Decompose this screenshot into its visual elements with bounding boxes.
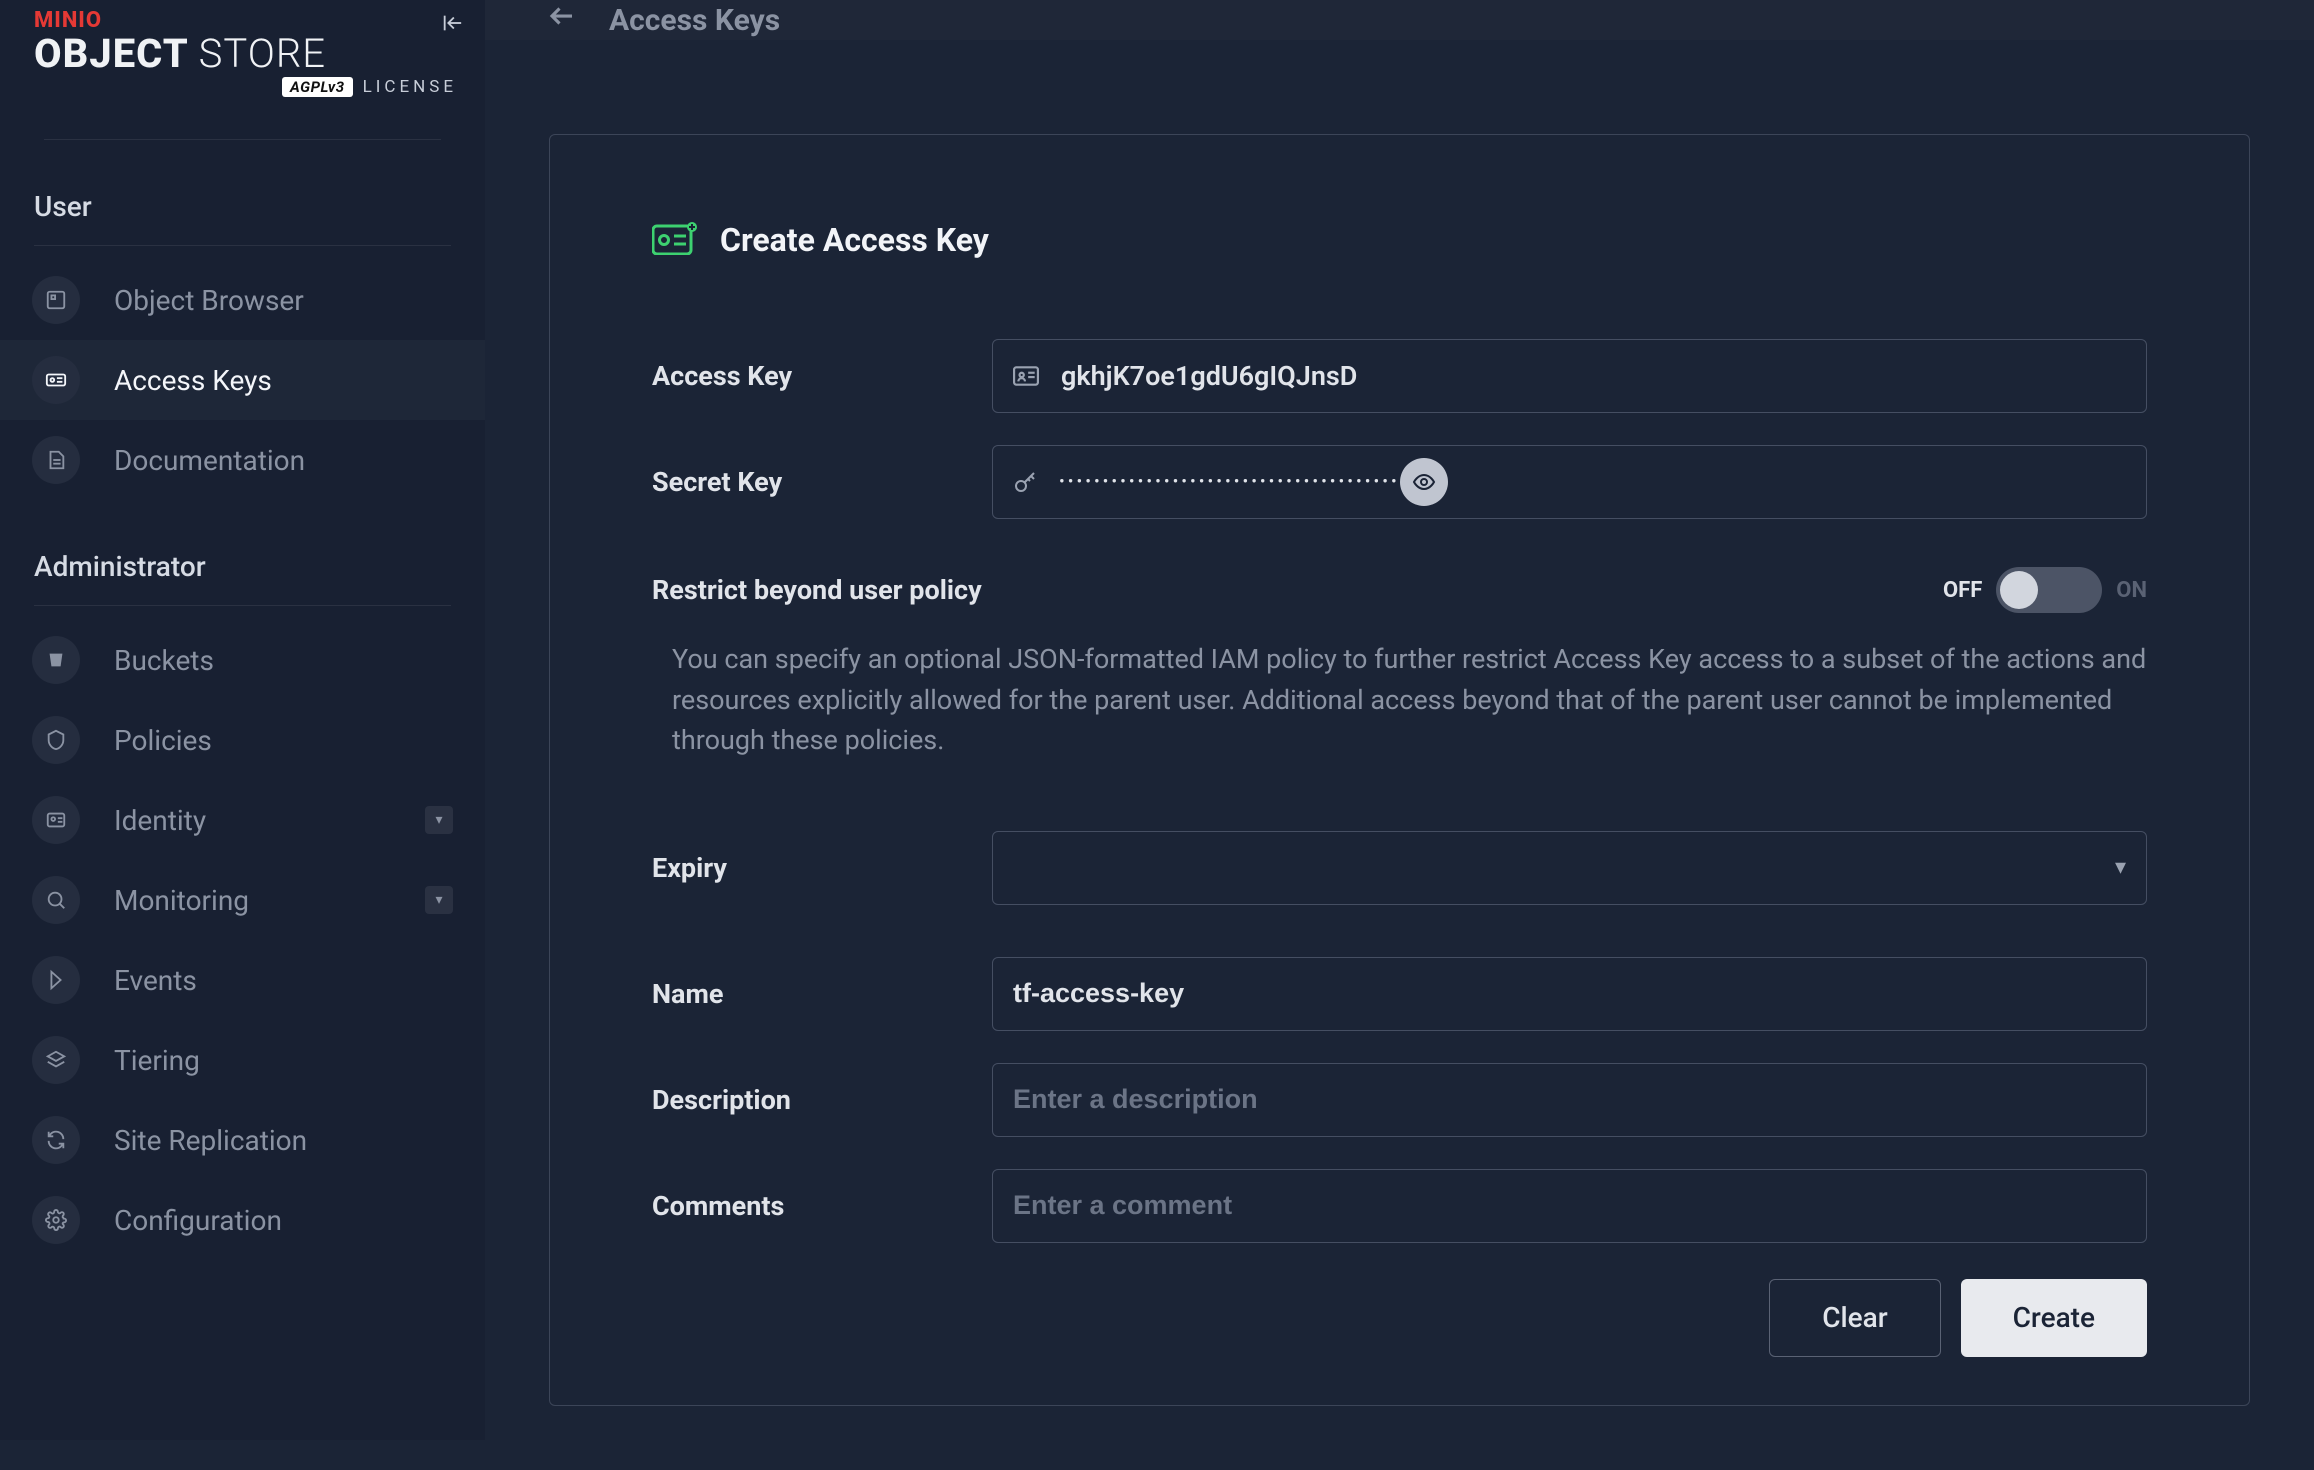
brand-license: AGPLv3 LICENSE	[34, 77, 457, 97]
access-keys-icon	[32, 356, 80, 404]
chevron-down-icon[interactable]: ▾	[425, 806, 453, 834]
identity-icon	[32, 796, 80, 844]
clear-button[interactable]: Clear	[1769, 1279, 1940, 1357]
sidebar-item-configuration[interactable]: Configuration	[0, 1180, 485, 1260]
restrict-section: Restrict beyond user policy OFF ON You c…	[652, 567, 2147, 761]
topbar: Access Keys	[485, 0, 2314, 40]
name-input-wrap[interactable]	[992, 957, 2147, 1031]
access-key-input-wrap[interactable]: gkhjK7oe1gdU6gIQJnsD	[992, 339, 2147, 413]
access-key-card-icon	[652, 221, 698, 259]
secret-key-input-wrap[interactable]: •••••••••••••••••••••••••••••••••••••••	[992, 445, 2147, 519]
form-row-access-key: Access Key gkhjK7oe1gdU6gIQJnsD	[652, 339, 2147, 413]
restrict-toggle-group: OFF ON	[1943, 567, 2147, 613]
documentation-icon	[32, 436, 80, 484]
sidebar-item-monitoring[interactable]: Monitoring ▾	[0, 860, 485, 940]
restrict-description: You can specify an optional JSON-formatt…	[652, 639, 2147, 761]
object-browser-icon	[32, 276, 80, 324]
brand-logo: MINIO OBJECT STORE AGPLv3 LICENSE	[0, 0, 485, 105]
button-row: Clear Create	[652, 1279, 2147, 1357]
description-input[interactable]	[1013, 1084, 2126, 1115]
sidebar-item-buckets[interactable]: Buckets	[0, 620, 485, 700]
comments-input-wrap[interactable]	[992, 1169, 2147, 1243]
secret-key-masked: •••••••••••••••••••••••••••••••••••••••	[1059, 472, 1400, 492]
card-title: Create Access Key	[720, 221, 989, 259]
sidebar-item-policies[interactable]: Policies	[0, 700, 485, 780]
tiering-icon	[32, 1036, 80, 1084]
expiry-select[interactable]: ▾	[992, 831, 2147, 905]
reveal-secret-button[interactable]	[1400, 458, 1448, 506]
collapse-sidebar-icon[interactable]	[441, 12, 463, 40]
restrict-toggle[interactable]	[1996, 567, 2102, 613]
key-icon	[1013, 470, 1037, 494]
sidebar-item-label: Identity	[114, 804, 206, 837]
description-input-wrap[interactable]	[992, 1063, 2147, 1137]
sidebar-item-identity[interactable]: Identity ▾	[0, 780, 485, 860]
toggle-off-label: OFF	[1943, 578, 1982, 603]
restrict-header: Restrict beyond user policy OFF ON	[652, 567, 2147, 613]
form-row-name: Name	[652, 957, 2147, 1031]
form-row-secret-key: Secret Key •••••••••••••••••••••••••••••…	[652, 445, 2147, 519]
id-card-icon	[1013, 366, 1039, 386]
expiry-label: Expiry	[652, 852, 992, 884]
nav-divider	[34, 245, 451, 246]
card-header: Create Access Key	[652, 221, 2147, 259]
restrict-label: Restrict beyond user policy	[652, 574, 982, 606]
comments-label: Comments	[652, 1190, 992, 1222]
sidebar-item-events[interactable]: Events	[0, 940, 485, 1020]
sidebar-item-site-replication[interactable]: Site Replication	[0, 1100, 485, 1180]
form-row-description: Description	[652, 1063, 2147, 1137]
sidebar-item-label: Policies	[114, 724, 212, 757]
sidebar-item-label: Configuration	[114, 1204, 282, 1237]
monitoring-icon	[32, 876, 80, 924]
sidebar-item-label: Access Keys	[114, 364, 272, 397]
sidebar-item-object-browser[interactable]: Object Browser	[0, 260, 485, 340]
sidebar: MINIO OBJECT STORE AGPLv3 LICENSE User O…	[0, 0, 485, 1440]
buckets-icon	[32, 636, 80, 684]
chevron-down-icon: ▾	[2115, 855, 2126, 880]
sidebar-item-label: Tiering	[114, 1044, 200, 1077]
name-input[interactable]	[1013, 978, 2126, 1009]
sidebar-item-label: Documentation	[114, 444, 305, 477]
content: Create Access Key Access Key gkhjK7oe1gd…	[485, 40, 2314, 1470]
sidebar-item-label: Events	[114, 964, 197, 997]
replication-icon	[32, 1116, 80, 1164]
sidebar-item-access-keys[interactable]: Access Keys	[0, 340, 485, 420]
nav-divider	[34, 605, 451, 606]
toggle-knob	[2000, 571, 2038, 609]
brand-objectstore: OBJECT STORE	[34, 33, 457, 75]
create-access-key-card: Create Access Key Access Key gkhjK7oe1gd…	[549, 134, 2250, 1406]
policies-icon	[32, 716, 80, 764]
sidebar-item-tiering[interactable]: Tiering	[0, 1020, 485, 1100]
toggle-on-label: ON	[2116, 578, 2147, 603]
agpl-badge: AGPLv3	[282, 77, 353, 97]
create-button[interactable]: Create	[1961, 1279, 2147, 1357]
access-key-label: Access Key	[652, 360, 992, 392]
section-admin-label: Administrator	[0, 500, 485, 605]
sidebar-item-label: Buckets	[114, 644, 214, 677]
page-title: Access Keys	[609, 3, 780, 38]
access-key-value: gkhjK7oe1gdU6gIQJnsD	[1061, 360, 2126, 392]
sidebar-item-label: Site Replication	[114, 1124, 307, 1157]
form-row-expiry: Expiry ▾	[652, 831, 2147, 905]
secret-key-label: Secret Key	[652, 466, 992, 498]
main: Access Keys Create Access Key	[485, 0, 2314, 1440]
description-label: Description	[652, 1084, 992, 1116]
name-label: Name	[652, 978, 992, 1010]
chevron-down-icon[interactable]: ▾	[425, 886, 453, 914]
sidebar-item-label: Object Browser	[114, 284, 304, 317]
gear-icon	[32, 1196, 80, 1244]
sidebar-item-documentation[interactable]: Documentation	[0, 420, 485, 500]
form-row-comments: Comments	[652, 1169, 2147, 1243]
comments-input[interactable]	[1013, 1190, 2126, 1221]
section-user-label: User	[0, 140, 485, 245]
back-arrow-icon[interactable]	[547, 0, 577, 40]
events-icon	[32, 956, 80, 1004]
sidebar-item-label: Monitoring	[114, 884, 249, 917]
